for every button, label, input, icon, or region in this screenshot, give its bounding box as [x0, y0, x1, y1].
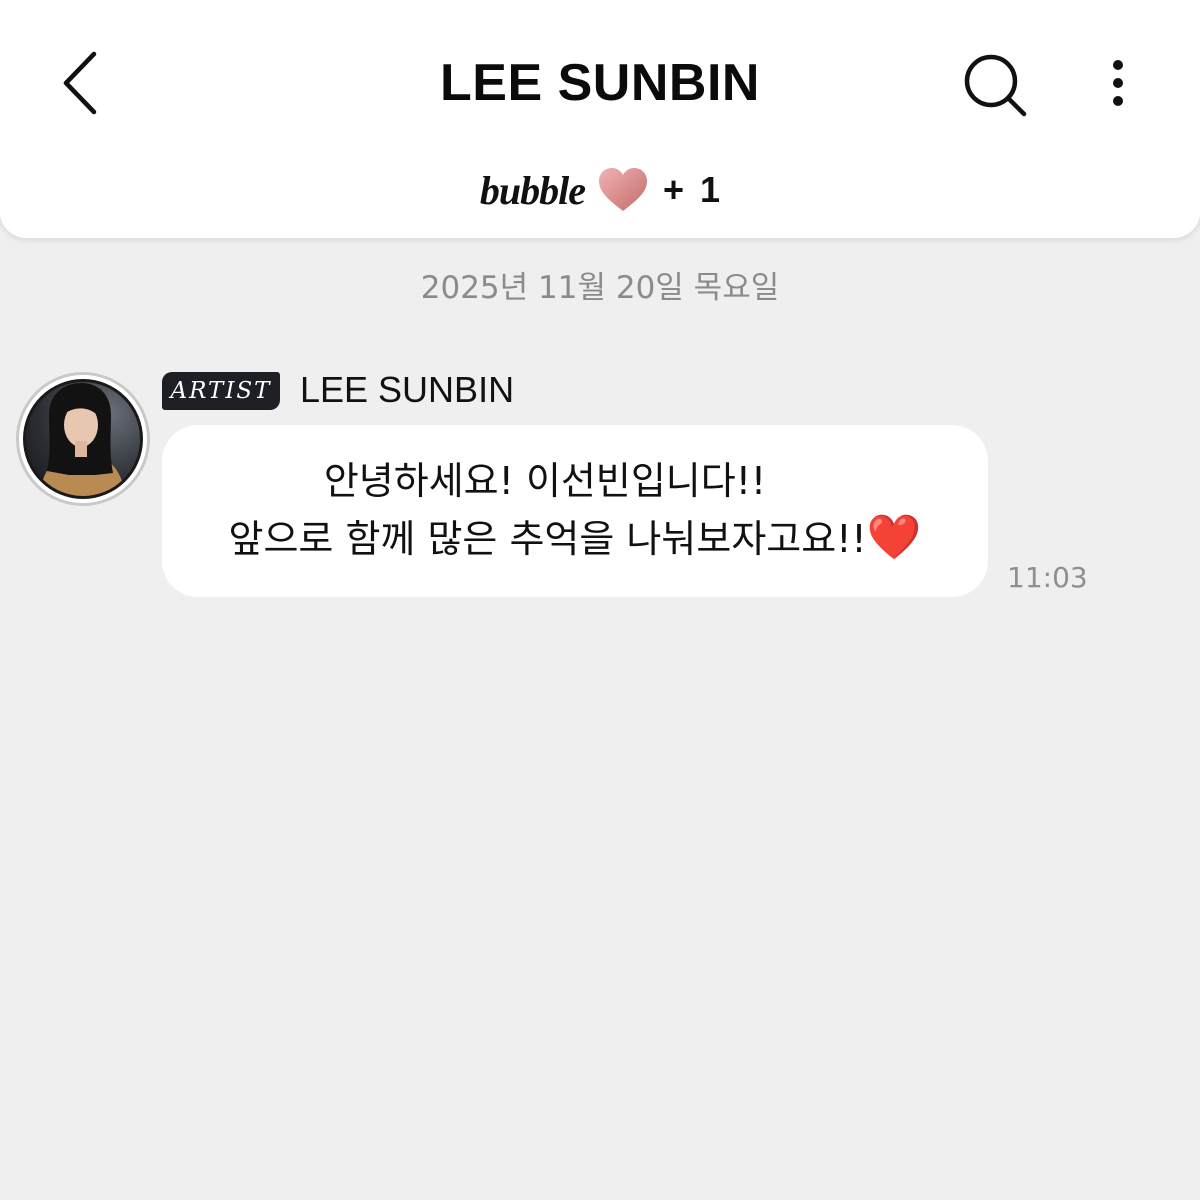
search-icon	[964, 54, 1027, 117]
subscription-count: + 1	[663, 169, 721, 210]
more-vertical-icon	[1113, 60, 1123, 106]
heart-icon	[599, 168, 648, 211]
message-line-text: 앞으로 함께 많은 추억을 나눠보자고요!!	[228, 517, 867, 561]
sender-name: LEE SUNBIN	[300, 369, 515, 410]
heart-emoji: ❤️	[866, 512, 922, 563]
more-menu-button[interactable]	[1100, 55, 1136, 115]
chevron-left-icon	[63, 51, 97, 115]
back-button[interactable]	[52, 48, 112, 118]
date-separator: 2025년 11월 20일 목요일	[420, 270, 780, 306]
avatar[interactable]	[16, 372, 150, 506]
subscription-bar[interactable]: bubble + 1	[0, 160, 1200, 220]
chat-title-text: LEE SUNBIN	[440, 54, 760, 112]
message-line: 안녕하세요! 이선빈입니다!!	[323, 459, 767, 503]
artist-badge: ARTIST	[162, 372, 280, 410]
message-timestamp: 11:03	[1007, 561, 1088, 594]
message-line-with-emoji: 앞으로 함께 많은 추억을 나눠보자고요!!❤️	[162, 510, 988, 568]
profile-photo	[19, 375, 147, 503]
bubble-logo: bubble	[479, 167, 586, 213]
search-button[interactable]	[960, 50, 1034, 124]
chat-header: LEE SUNBIN bubble + 1	[0, 0, 1200, 238]
message-bubble[interactable]: 안녕하세요! 이선빈입니다!! 앞으로 함께 많은 추억을 나눠보자고요!!❤️	[162, 425, 988, 597]
